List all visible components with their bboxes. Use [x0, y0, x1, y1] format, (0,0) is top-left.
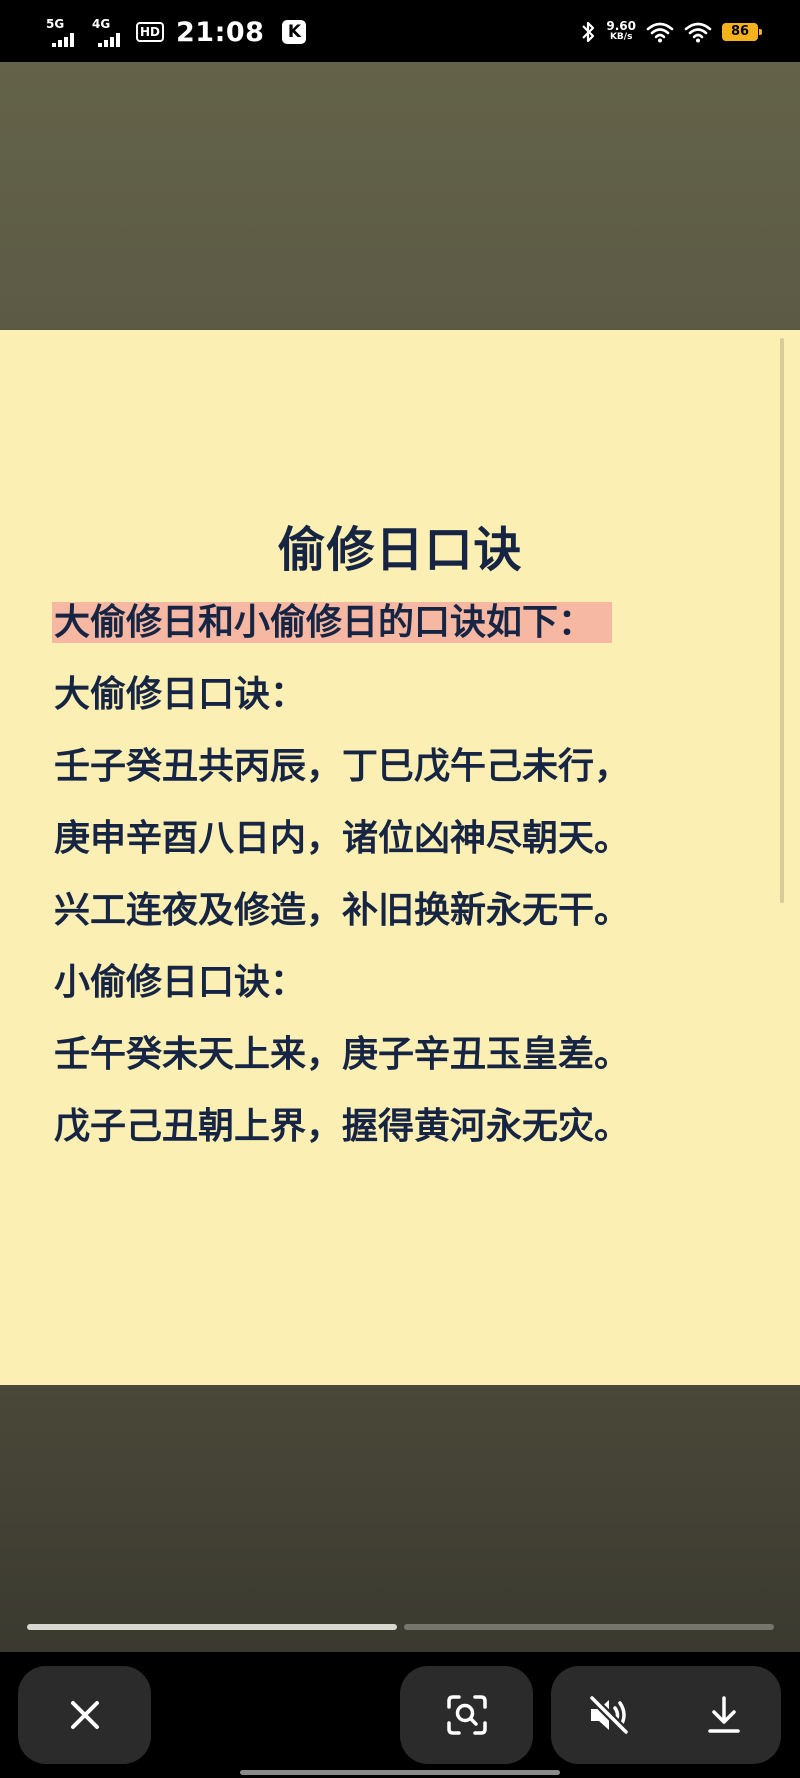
- text-line: 大偷修日口诀：: [54, 674, 307, 715]
- clock: 21:08: [176, 16, 265, 48]
- scrollbar[interactable]: [780, 338, 784, 903]
- highlighted-text: 大偷修日和小偷修日的口诀如下：: [52, 602, 613, 643]
- bottom-toolbar: [0, 1652, 800, 1778]
- signal-bars-icon: [98, 33, 120, 47]
- text-line: 小偷修日口诀：: [54, 962, 307, 1003]
- status-bar: 5G 4G HD 21:08 K 9.60 KB/s 86: [0, 0, 800, 62]
- network-5g-label: 5G: [46, 17, 65, 31]
- image-search-icon: [446, 1695, 487, 1735]
- media-actions: [551, 1666, 781, 1764]
- close-button[interactable]: [18, 1666, 151, 1764]
- text-line: 壬午癸未天上来，庚子辛丑玉皇差。: [54, 1034, 631, 1075]
- network-5g: 5G: [44, 15, 82, 49]
- signal-bars-icon: [52, 33, 74, 47]
- screen: 5G 4G HD 21:08 K 9.60 KB/s 86 偷修日口诀 大偷修日…: [0, 0, 800, 1778]
- progress-segment: [404, 1624, 774, 1630]
- speaker-muted-icon: [587, 1695, 630, 1735]
- text-line: 戊子己丑朝上界，握得黄河永无灾。: [54, 1106, 631, 1147]
- mute-button[interactable]: [579, 1685, 639, 1745]
- image-search-button[interactable]: [400, 1666, 533, 1764]
- text-body: 大偷修日和小偷修日的口诀如下： 大偷修日口诀： 壬子癸丑共丙辰，丁巳戊午己未行，…: [52, 600, 754, 1176]
- hd-voice-badge: HD: [136, 22, 165, 42]
- text-line: 兴工连夜及修造，补旧换新永无干。: [54, 890, 631, 931]
- status-left: 5G 4G HD 21:08 K: [44, 12, 307, 52]
- network-4g: 4G: [90, 15, 128, 49]
- network-speed: 9.60 KB/s: [606, 19, 636, 43]
- battery-icon: 86: [722, 23, 762, 41]
- network-4g-label: 4G: [92, 17, 111, 31]
- close-icon: [70, 1701, 99, 1729]
- wifi-icon: [684, 22, 712, 43]
- wifi-icon: [646, 22, 674, 43]
- progress-segment-active: [27, 1624, 397, 1630]
- bluetooth-icon: [582, 21, 595, 43]
- text-line: 庚申辛酉八日内，诸位凶神尽朝天。: [54, 818, 631, 859]
- content-image[interactable]: 偷修日口诀 大偷修日和小偷修日的口诀如下： 大偷修日口诀： 壬子癸丑共丙辰，丁巳…: [0, 330, 800, 1385]
- app-notification-icon: K: [282, 20, 307, 44]
- page-title: 偷修日口诀: [277, 522, 523, 578]
- text-line: 大偷修日和小偷修日的口诀如下：: [52, 600, 754, 672]
- network-speed-unit: KB/s: [609, 32, 633, 42]
- download-button[interactable]: [694, 1685, 754, 1745]
- download-icon: [707, 1696, 740, 1733]
- battery-level: 86: [730, 24, 750, 39]
- status-right: 9.60 KB/s 86: [580, 14, 762, 50]
- home-indicator[interactable]: [240, 1770, 560, 1775]
- network-speed-value: 9.60: [606, 19, 636, 33]
- text-line: 壬子癸丑共丙辰，丁巳戊午己未行，: [54, 746, 631, 787]
